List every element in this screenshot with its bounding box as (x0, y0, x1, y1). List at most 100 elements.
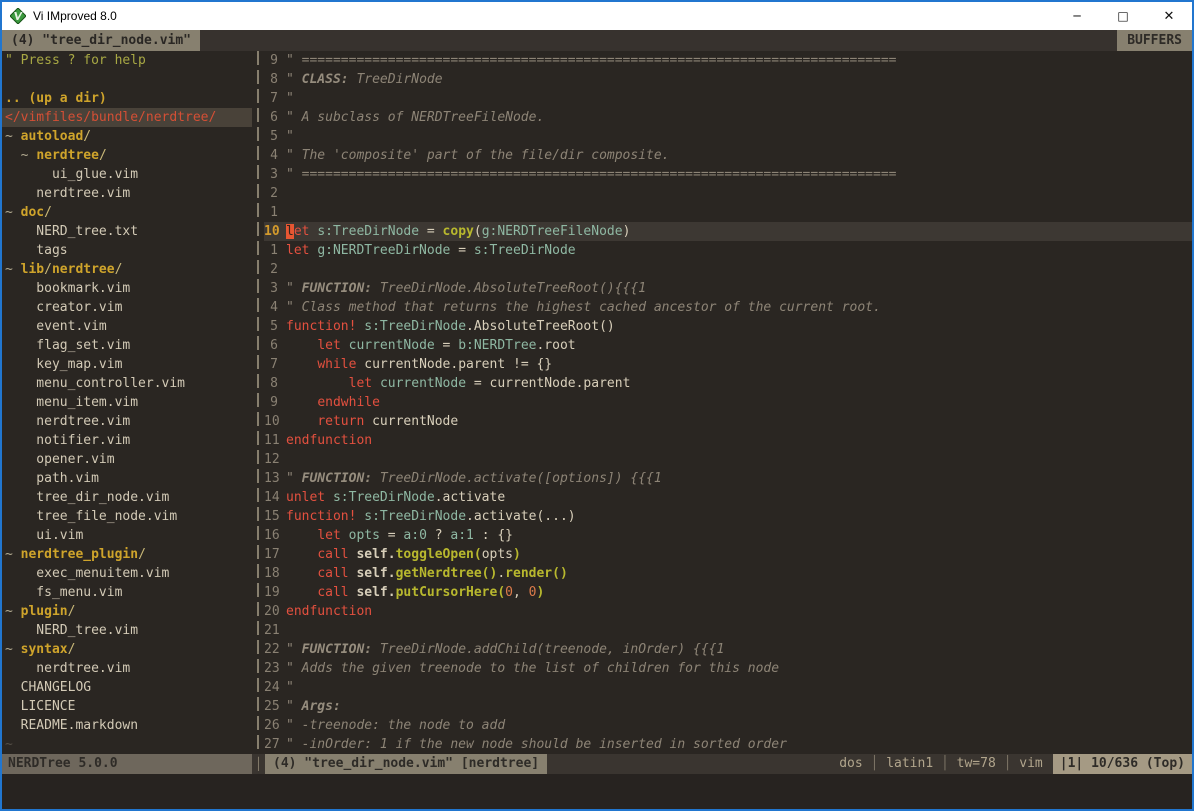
code-line[interactable]: 4" Class method that returns the highest… (264, 298, 1192, 317)
tree-file-item[interactable]: ui.vim (5, 526, 252, 545)
maximize-icon[interactable]: □ (1100, 2, 1146, 30)
code-line[interactable]: 6 let currentNode = b:NERDTree.root (264, 336, 1192, 355)
code-line[interactable]: 1 (264, 203, 1192, 222)
tree-file-item[interactable]: path.vim (5, 469, 252, 488)
code-line[interactable]: 19 call self.putCursorHere(0, 0) (264, 583, 1192, 602)
line-number: 2 (264, 184, 286, 203)
tree-file-item[interactable]: nerdtree.vim (5, 412, 252, 431)
code-line[interactable]: 22" FUNCTION: TreeDirNode.addChild(treen… (264, 640, 1192, 659)
code-line[interactable]: 8" CLASS: TreeDirNode (264, 70, 1192, 89)
tree-dir-item[interactable]: ~ doc/ (5, 203, 252, 222)
line-number: 1 (264, 241, 286, 260)
code-line[interactable]: 10 return currentNode (264, 412, 1192, 431)
code-line[interactable]: 20endfunction (264, 602, 1192, 621)
tree-file-item[interactable]: creator.vim (5, 298, 252, 317)
code-text: " -treenode: the node to add (286, 716, 505, 735)
code-line[interactable]: 11endfunction (264, 431, 1192, 450)
code-text: function! s:TreeDirNode.AbsoluteTreeRoot… (286, 317, 615, 336)
code-line[interactable]: 2 (264, 184, 1192, 203)
tree-file-item[interactable]: event.vim (5, 317, 252, 336)
tree-dir-item[interactable]: ~ nerdtree/ (5, 146, 252, 165)
tree-dir-item[interactable]: ~ lib/nerdtree/ (5, 260, 252, 279)
tree-root[interactable]: </vimfiles/bundle/nerdtree/ (2, 108, 252, 127)
tree-file-item[interactable]: nerdtree.vim (5, 659, 252, 678)
code-line[interactable]: 17 call self.toggleOpen(opts) (264, 545, 1192, 564)
tree-file-item[interactable]: notifier.vim (5, 431, 252, 450)
tree-file-item[interactable]: exec_menuitem.vim (5, 564, 252, 583)
code-line[interactable]: 27" -inOrder: 1 if the new node should b… (264, 735, 1192, 754)
line-number: 3 (264, 279, 286, 298)
code-line[interactable]: 15function! s:TreeDirNode.activate(...) (264, 507, 1192, 526)
close-icon[interactable]: ✕ (1146, 2, 1192, 30)
tabline: (4) "tree_dir_node.vim" BUFFERS (2, 30, 1192, 51)
tree-file-item[interactable]: README.markdown (5, 716, 252, 735)
line-number: 9 (264, 393, 286, 412)
code-line[interactable]: 4" The 'composite' part of the file/dir … (264, 146, 1192, 165)
code-line[interactable]: 5function! s:TreeDirNode.AbsoluteTreeRoo… (264, 317, 1192, 336)
code-line[interactable]: 1let g:NERDTreeDirNode = s:TreeDirNode (264, 241, 1192, 260)
code-text: " CLASS: TreeDirNode (286, 70, 443, 89)
code-line[interactable]: 6" A subclass of NERDTreeFileNode. (264, 108, 1192, 127)
tree-file-item[interactable]: menu_item.vim (5, 393, 252, 412)
tree-dir-item[interactable]: ~ nerdtree_plugin/ (5, 545, 252, 564)
code-line[interactable]: 14unlet s:TreeDirNode.activate (264, 488, 1192, 507)
status-flag: dos (839, 754, 862, 774)
tree-item[interactable]: " Press ? for help (5, 51, 252, 70)
code-text: " -inOrder: 1 if the new node should be … (286, 735, 787, 754)
line-number: 19 (264, 583, 286, 602)
tree-file-item[interactable]: NERD_tree.txt (5, 222, 252, 241)
code-line[interactable]: 25" Args: (264, 697, 1192, 716)
tree-file-item[interactable]: tree_dir_node.vim (5, 488, 252, 507)
tree-file-item[interactable]: bookmark.vim (5, 279, 252, 298)
vim-logo-icon (10, 8, 26, 24)
code-text: " ======================================… (286, 165, 896, 184)
command-line[interactable] (2, 774, 1192, 809)
tree-dir-item[interactable]: ~ autoload/ (5, 127, 252, 146)
code-line[interactable]: 5" (264, 127, 1192, 146)
code-text: " (286, 89, 294, 108)
code-line[interactable]: 3" =====================================… (264, 165, 1192, 184)
tree-dir-item[interactable]: ~ syntax/ (5, 640, 252, 659)
code-line[interactable]: 24" (264, 678, 1192, 697)
code-line[interactable]: 21 (264, 621, 1192, 640)
tree-file-item[interactable]: LICENCE (5, 697, 252, 716)
line-number: 10 (264, 222, 286, 241)
tree-file-item[interactable]: NERD_tree.vim (5, 621, 252, 640)
tree-file-item[interactable]: key_map.vim (5, 355, 252, 374)
tree-file-item[interactable]: ui_glue.vim (5, 165, 252, 184)
minimize-icon[interactable]: ─ (1054, 2, 1100, 30)
code-line[interactable]: 8 let currentNode = currentNode.parent (264, 374, 1192, 393)
window-vertical-separator[interactable] (252, 51, 264, 754)
code-line[interactable]: 18 call self.getNerdtree().render() (264, 564, 1192, 583)
tree-file-item[interactable]: fs_menu.vim (5, 583, 252, 602)
tree-file-item[interactable]: tree_file_node.vim (5, 507, 252, 526)
tree-file-item[interactable]: flag_set.vim (5, 336, 252, 355)
line-number: 26 (264, 716, 286, 735)
tree-file-item[interactable]: tags (5, 241, 252, 260)
tree-file-item[interactable]: opener.vim (5, 450, 252, 469)
line-number: 21 (264, 621, 286, 640)
tree-file-item[interactable]: menu_controller.vim (5, 374, 252, 393)
tree-file-item[interactable]: CHANGELOG (5, 678, 252, 697)
code-line[interactable]: 16 let opts = a:0 ? a:1 : {} (264, 526, 1192, 545)
code-line[interactable]: 26" -treenode: the node to add (264, 716, 1192, 735)
vim-window: Vi IMproved 8.0 ─ □ ✕ (4) "tree_dir_node… (0, 0, 1194, 811)
code-line[interactable]: 23" Adds the given treenode to the list … (264, 659, 1192, 678)
code-line[interactable]: 9 endwhile (264, 393, 1192, 412)
code-line-current[interactable]: 10let s:TreeDirNode = copy(g:NERDTreeFil… (264, 222, 1192, 241)
code-line[interactable]: 2 (264, 260, 1192, 279)
code-line[interactable]: 7" (264, 89, 1192, 108)
code-line[interactable]: 12 (264, 450, 1192, 469)
code-line[interactable]: 7 while currentNode.parent != {} (264, 355, 1192, 374)
tree-item[interactable]: .. (up a dir) (5, 89, 252, 108)
tree-file-item[interactable]: nerdtree.vim (5, 184, 252, 203)
tab-tree-dir-node[interactable]: (4) "tree_dir_node.vim" (2, 30, 200, 51)
line-number: 27 (264, 735, 286, 754)
code-line[interactable]: 3" FUNCTION: TreeDirNode.AbsoluteTreeRoo… (264, 279, 1192, 298)
tree-dir-item[interactable]: ~ plugin/ (5, 602, 252, 621)
code-line[interactable]: 9" =====================================… (264, 51, 1192, 70)
line-number: 5 (264, 127, 286, 146)
code-text: let currentNode = b:NERDTree.root (286, 336, 576, 355)
code-line[interactable]: 13" FUNCTION: TreeDirNode.activate([opti… (264, 469, 1192, 488)
nerdtree-panel: " Press ? for help .. (up a dir)</vimfile… (2, 51, 252, 754)
